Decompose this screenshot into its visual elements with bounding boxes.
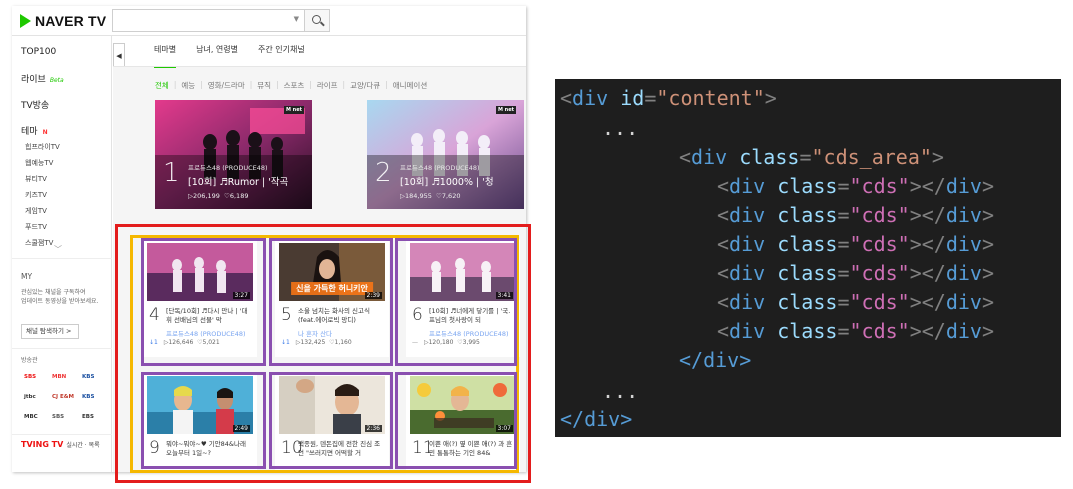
category-item[interactable]: 교양/다큐 xyxy=(350,80,380,91)
cds-highlight-box xyxy=(141,238,266,366)
broadcaster-logo[interactable]: KBS xyxy=(82,394,94,400)
cds-highlight-box xyxy=(395,372,517,469)
chevron-down-icon[interactable]: ﹀ xyxy=(54,244,62,255)
hero-title: [10회] ♬Rumor | '작곡 xyxy=(188,177,289,188)
sidebar-item-theme[interactable]: 테마 N xyxy=(21,124,48,137)
hero-rank: 1 xyxy=(163,158,180,188)
broadcaster-logo[interactable]: KBS xyxy=(82,374,94,380)
logo-text: NAVER TV xyxy=(35,13,107,29)
broadcaster-logo[interactable]: CJ E&M xyxy=(52,394,74,400)
naver-tv-logo[interactable]: NAVER TV xyxy=(20,13,106,29)
category-all[interactable]: 전체 xyxy=(155,80,169,91)
search-input[interactable]: ▼ xyxy=(112,9,330,32)
mnet-logo: M net xyxy=(495,106,516,114)
tab-theme[interactable]: 테마별 xyxy=(154,44,177,68)
broadcaster-logo[interactable]: EBS xyxy=(82,414,94,420)
sidebar-subitem[interactable]: 뷰티TV xyxy=(25,174,47,184)
mnet-logo: M net xyxy=(283,106,304,114)
hero-channel: 프로듀스48 (PRODUCE48) xyxy=(188,164,268,172)
sidebar-subitem[interactable]: 게임TV xyxy=(25,206,47,216)
tab-weekly-channels[interactable]: 주간 인기채널 xyxy=(258,44,305,68)
top-bar: NAVER TV ▼ xyxy=(12,6,526,36)
category-item[interactable]: 영화/드라마 xyxy=(208,80,245,91)
tab-gender-age[interactable]: 남녀, 연령별 xyxy=(196,44,238,68)
hero-meta: ▷206,199 ♡6,189 xyxy=(188,192,249,200)
sidebar-item-top100[interactable]: TOP100 xyxy=(21,47,56,57)
broadcaster-logo[interactable]: SBS xyxy=(52,414,64,420)
sidebar: TOP100 라이브 Beta TV방송 테마 N 힙프라이TV 웹예능TV 뷰티T… xyxy=(12,36,112,472)
code-line: <div class="cds"></div> xyxy=(717,261,994,285)
hero-rank: 2 xyxy=(375,158,392,188)
broadcast-label: 방송관 xyxy=(21,357,38,364)
hero-video-card[interactable]: M net 2 프로듀스48 (PRODUCE48) [10회] ♬1000% … xyxy=(367,100,524,209)
code-line: <div class="cds"></div> xyxy=(717,203,994,227)
code-line: </div> xyxy=(679,348,752,372)
code-line: </div> xyxy=(560,407,633,431)
broadcaster-logo[interactable]: MBC xyxy=(24,414,38,420)
explore-channels-button[interactable]: 채널 탐색하기 > xyxy=(21,324,79,339)
beta-badge: Beta xyxy=(49,77,64,84)
sidebar-subitem[interactable]: 키즈TV xyxy=(25,190,47,200)
code-line: <div id="content"> xyxy=(560,86,777,110)
new-badge: N xyxy=(42,129,48,136)
code-line: <div class="cds"></div> xyxy=(717,290,994,314)
broadcaster-logo[interactable]: MBN xyxy=(52,374,66,380)
hero-video-card[interactable]: M net 1 프로듀스48 (PRODUCE48) [10회] ♬Rumor … xyxy=(155,100,312,209)
category-item[interactable]: 뮤직 xyxy=(257,80,271,91)
category-item[interactable]: 애니메이션 xyxy=(393,80,428,91)
category-filter: 전체 | 예능 | 영화/드라마 | 뮤직 | 스포츠 | 라이프 | 교양/다큐 | 애니메… xyxy=(155,80,428,91)
category-item[interactable]: 예능 xyxy=(181,80,195,91)
hero-channel: 프로듀스48 (PRODUCE48) xyxy=(400,164,480,172)
cds-highlight-box xyxy=(269,372,393,469)
cds-highlight-box xyxy=(269,238,393,366)
code-line: <div class="cds"></div> xyxy=(717,232,994,256)
tving-link[interactable]: TVING TV 실시간 · 목록 xyxy=(21,440,100,449)
code-line: ... xyxy=(602,116,639,140)
my-label: MY xyxy=(21,272,33,281)
category-item[interactable]: 라이프 xyxy=(317,80,338,91)
cds-highlight-box xyxy=(141,372,266,469)
code-line: <div class="cds_area"> xyxy=(679,145,944,169)
sidebar-item-tv[interactable]: TV방송 xyxy=(21,98,49,111)
sidebar-subitem[interactable]: 힙프라이TV xyxy=(25,142,60,152)
my-description: 관심있는 채널을 구독하여 업데이트 동영상을 받아보세요. xyxy=(21,289,99,305)
sidebar-subitem[interactable]: 스쿨잼TV xyxy=(25,238,53,248)
cds-highlight-box xyxy=(395,238,517,366)
chevron-down-icon[interactable]: ▼ xyxy=(294,15,299,23)
play-logo-icon xyxy=(20,14,31,28)
code-line: <div class="cds"></div> xyxy=(717,174,994,198)
broadcaster-logo[interactable]: SBS xyxy=(24,374,36,380)
code-line: ... xyxy=(602,379,639,403)
sidebar-subitem[interactable]: 푸드TV xyxy=(25,222,47,232)
sidebar-subitem[interactable]: 웹예능TV xyxy=(25,158,53,168)
hero-meta: ▷184,955 ♡7,620 xyxy=(400,192,461,200)
code-snippet-panel: <div id="content"> ... <div class="cds_a… xyxy=(555,79,1061,437)
sidebar-item-live[interactable]: 라이브 Beta xyxy=(21,72,64,85)
hero-title: [10회] ♬1000% | '청 xyxy=(400,177,494,188)
code-line: <div class="cds"></div> xyxy=(717,319,994,343)
search-button[interactable] xyxy=(304,10,329,31)
broadcaster-logo[interactable]: jtbc xyxy=(24,394,36,400)
tab-bar: 테마별 남녀, 연령별 주간 인기채널 xyxy=(154,44,325,68)
category-item[interactable]: 스포츠 xyxy=(284,80,305,91)
